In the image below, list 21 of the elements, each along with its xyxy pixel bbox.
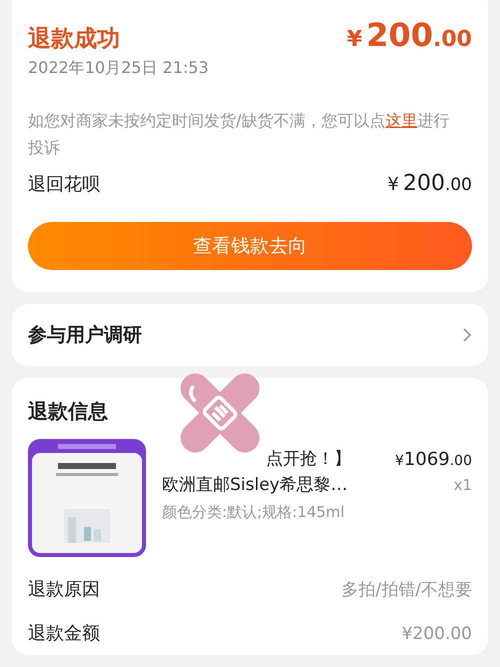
complaint-link[interactable]: 这里 xyxy=(385,111,418,130)
section-title: 退款信息 xyxy=(28,398,109,425)
refund-status: 退款成功 xyxy=(28,25,120,54)
refund-time: 2022年10月25日 21:53 xyxy=(28,58,210,79)
complaint-notice: 如您对商家未按约定时间发货/缺货不满，您可以点这里进行投诉 xyxy=(28,110,450,159)
product-title: 点开抢！】 xyxy=(266,449,351,469)
product-quantity: x1 xyxy=(452,476,472,494)
product-price: ¥1069.00 xyxy=(395,450,472,469)
info-label: 退款原因 xyxy=(28,578,100,601)
info-value: ¥200.00 xyxy=(402,624,472,644)
chevron-right-icon xyxy=(462,327,472,343)
info-label: 退款金额 xyxy=(28,622,100,645)
product-spec: 颜色分类:默认;规格:145ml xyxy=(162,503,346,522)
survey-card[interactable]: 参与用户调研 xyxy=(12,304,488,366)
refund-method-amount: ¥ 200.00 xyxy=(388,171,472,196)
info-value: 多拍/拍错/不想要 xyxy=(342,579,472,601)
track-money-button[interactable]: 查看钱款去向 xyxy=(28,222,472,270)
refund-amount: ¥200.00 xyxy=(346,16,472,54)
survey-label: 参与用户调研 xyxy=(28,323,142,348)
product-title: 欧洲直邮Sisley希思黎… xyxy=(162,474,349,497)
refund-method-label: 退回花呗 xyxy=(28,173,100,196)
